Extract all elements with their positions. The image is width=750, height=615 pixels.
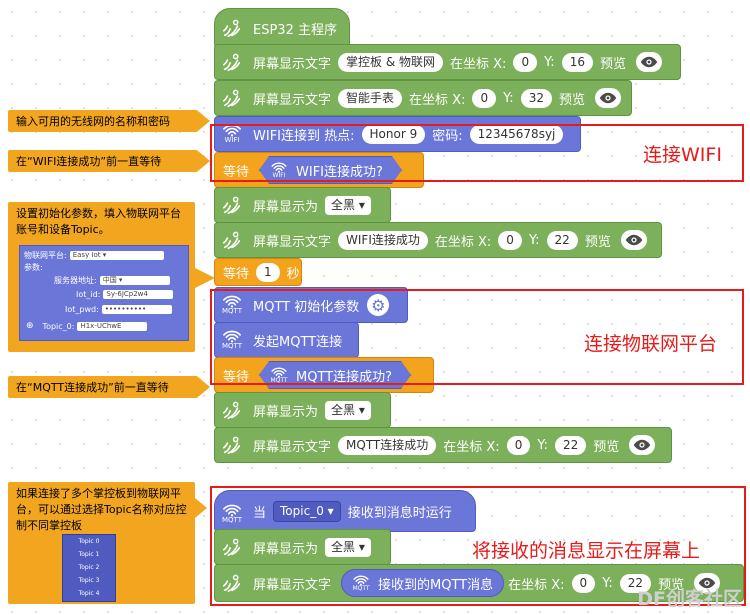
display-text-label: 屏幕显示文字 [253, 234, 332, 250]
display-text-label: 屏幕显示文字 [253, 92, 332, 108]
fill-screen-block-1[interactable]: 屏幕显示为 全黑 ▾ [214, 187, 391, 223]
seconds-input[interactable]: 1 [256, 262, 280, 282]
note-arrow [195, 498, 207, 518]
chevron-down-icon: ▾ [358, 197, 365, 212]
note-wait-wifi: 在“WIFI连接成功”前一直等待 [8, 150, 198, 172]
x-input[interactable]: 0 [513, 52, 538, 72]
eye-icon[interactable] [635, 52, 662, 72]
display-text-block-3[interactable]: 屏幕显示文字 WIFI连接成功 在坐标 X: 0 Y: 22 预览 [214, 222, 662, 258]
iot-id-input[interactable]: Sy-6JCp2w4 [103, 290, 174, 299]
coord-x-label: 在坐标 X: [450, 56, 507, 72]
platform-label: 物联网平台: [24, 251, 67, 260]
x-input[interactable]: 0 [472, 88, 497, 108]
note-arrow [195, 268, 215, 288]
add-topic-icon[interactable]: ⊕ [26, 321, 34, 331]
eye-icon[interactable] [620, 230, 647, 250]
display-text-block-4[interactable]: 屏幕显示文字 MQTT连接成功 在坐标 X: 0 Y: 22 预览 [214, 427, 672, 463]
run-icon [215, 51, 249, 73]
server-select[interactable]: 中国 ▾ [99, 276, 170, 285]
note-arrow [198, 377, 210, 397]
coord-y-label: Y: [544, 54, 555, 70]
run-icon [215, 434, 249, 456]
display-text-block-1[interactable]: 屏幕显示文字 掌控板 & 物联网 在坐标 X: 0 Y: 16 预览 [214, 44, 681, 80]
iot-id-label: Iot_id: [76, 290, 101, 299]
coord-y-label: Y: [503, 90, 514, 106]
coord-y-label: Y: [528, 232, 540, 248]
eye-icon[interactable] [629, 435, 656, 455]
y-input[interactable]: 32 [520, 88, 552, 108]
topic-option[interactable]: Topic 0 [63, 535, 115, 548]
text-input[interactable]: MQTT连接成功 [338, 435, 437, 455]
mqtt-params-form: 物联网平台: Easy Iot ▾ 参数: 服务器地址: 中国 ▾ Iot_id: S… [19, 245, 189, 341]
note-arrow [198, 151, 210, 171]
platform-value: Easy Iot [72, 251, 101, 259]
iot-pwd-input[interactable]: •••••••••• [101, 305, 172, 314]
note-mqtt-params-text: 设置初始化参数，填入物联网平台账号和设备Topic。 [16, 207, 181, 236]
text-input[interactable]: 掌控板 & 物联网 [338, 52, 444, 72]
coord-x-label: 在坐标 X: [443, 439, 500, 455]
fill-color-value: 全黑 [331, 197, 356, 212]
fill-color-dropdown[interactable]: 全黑 ▾ [325, 400, 371, 420]
run-icon [215, 399, 249, 421]
fill-screen-label: 屏幕显示为 [253, 199, 319, 215]
text-input[interactable]: 智能手表 [338, 88, 403, 108]
x-input[interactable]: 0 [506, 435, 531, 455]
wait-label: 等待 [223, 266, 250, 282]
display-text-block-2[interactable]: 屏幕显示文字 智能手表 在坐标 X: 0 Y: 32 预览 [214, 80, 632, 116]
text-input[interactable]: WIFI连接成功 [338, 230, 428, 250]
y-input[interactable]: 16 [561, 52, 593, 72]
run-icon [215, 87, 249, 109]
main-program-hat-block[interactable]: ESP32 主程序 [214, 8, 350, 48]
y-input[interactable]: 22 [546, 230, 578, 250]
y-input[interactable]: 22 [554, 435, 587, 455]
platform-select[interactable]: Easy Iot ▾ [69, 251, 164, 260]
server-label: 服务器地址: [54, 276, 97, 285]
wait-seconds-block[interactable]: 等待 1 秒 [214, 258, 302, 286]
note-topic-select-text: 如果连接了多个掌控板到物联网平台，可以通过选择Topic名称对应控制不同掌控板 [16, 487, 187, 532]
main-program-label: ESP32 主程序 [253, 22, 337, 38]
topic-dropdown-list: Topic 0 Topic 1 Topic 2 Topic 3 Topic 4 [62, 534, 116, 602]
coord-y-label: Y: [537, 437, 548, 453]
topic-option[interactable]: Topic 4 [63, 587, 115, 600]
fill-color-value: 全黑 [331, 402, 356, 417]
seconds-unit-label: 秒 [286, 266, 300, 282]
topic-option[interactable]: Topic 1 [63, 548, 115, 561]
fill-color-dropdown[interactable]: 全黑 ▾ [325, 195, 371, 215]
params-label: 参数: [24, 263, 43, 272]
watermark: DF创客社区 [637, 588, 742, 610]
fill-screen-label: 屏幕显示为 [253, 404, 319, 420]
note-arrow [198, 111, 210, 131]
note-wait-mqtt: 在“MQTT连接成功”前一直等待 [8, 376, 198, 398]
preview-label: 预览 [558, 92, 585, 108]
topic-input[interactable]: H1x-UChwE [77, 321, 148, 331]
topic-label: Topic_0: [42, 321, 75, 331]
preview-label: 预览 [599, 56, 626, 72]
iot-pwd-label: Iot_pwd: [65, 305, 99, 314]
eye-icon[interactable] [595, 88, 621, 108]
preview-label: 预览 [593, 439, 620, 455]
chevron-down-icon: ▾ [358, 402, 365, 417]
coord-x-label: 在坐标 X: [409, 92, 466, 108]
display-section-label: 将接收的消息显示在屏幕上 [472, 540, 701, 562]
run-icon [215, 194, 249, 216]
server-value: 中国 [102, 276, 117, 284]
preview-label: 预览 [584, 234, 611, 250]
note-wifi-credentials: 输入可用的无线网的名称和密码 [8, 110, 198, 132]
topic-option[interactable]: Topic 2 [63, 561, 115, 574]
run-icon [215, 17, 249, 39]
x-input[interactable]: 0 [498, 230, 522, 250]
display-text-label: 屏幕显示文字 [253, 439, 332, 455]
fill-screen-block-2[interactable]: 屏幕显示为 全黑 ▾ [214, 392, 391, 428]
coord-x-label: 在坐标 X: [434, 234, 492, 250]
wifi-section-label: 连接WIFI [643, 144, 722, 166]
topic-option[interactable]: Topic 3 [63, 574, 115, 587]
display-text-label: 屏幕显示文字 [253, 56, 332, 72]
run-icon [215, 229, 249, 251]
mqtt-section-label: 连接物联网平台 [584, 333, 718, 355]
